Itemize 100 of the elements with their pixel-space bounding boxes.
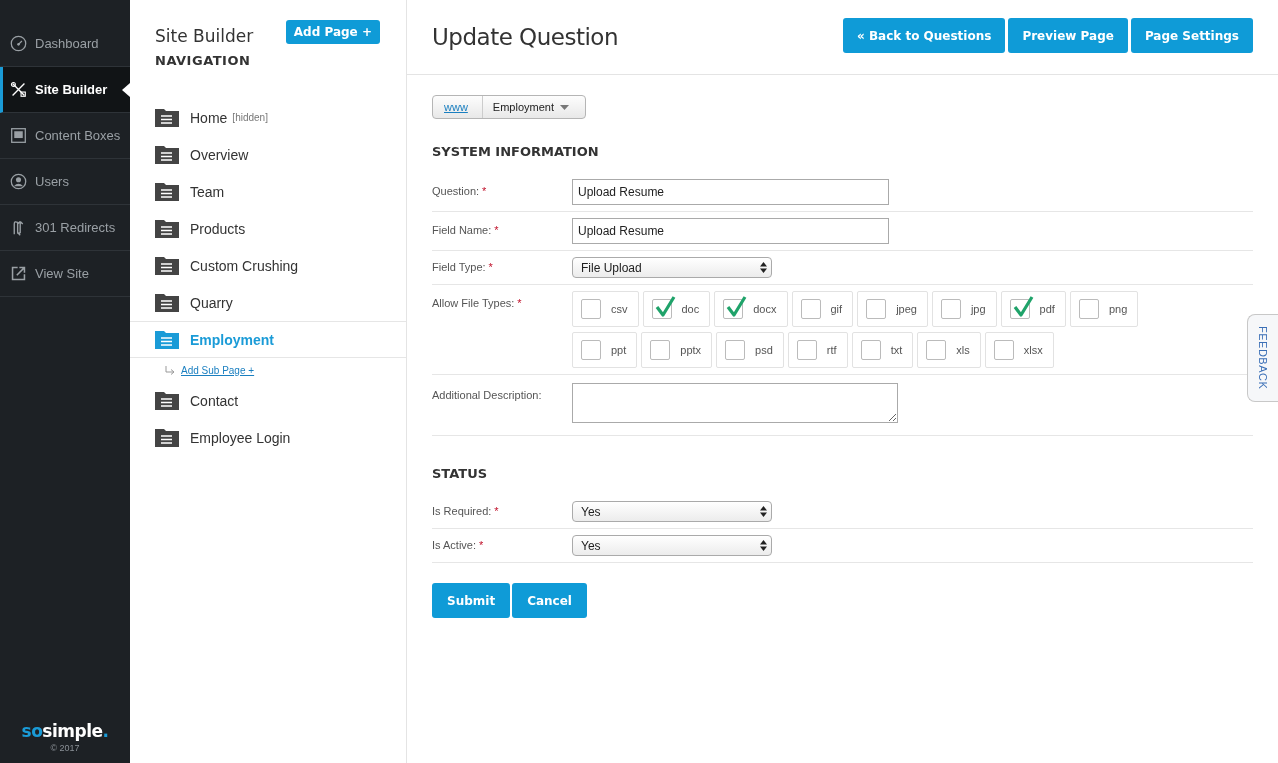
gauge-icon <box>10 35 27 52</box>
field-label: Question: * <box>432 184 488 199</box>
page-title: Update Question <box>432 24 618 50</box>
file-type-option[interactable]: png <box>1069 291 1139 327</box>
page-item[interactable]: Contact <box>130 382 406 419</box>
file-type-option[interactable]: csv <box>572 291 639 327</box>
check-icon <box>653 295 676 318</box>
page-item[interactable]: Products <box>130 210 406 247</box>
field-label: Is Required: * <box>432 504 500 519</box>
checkbox[interactable] <box>723 299 744 319</box>
select-field[interactable]: Yes <box>572 535 772 556</box>
page-list-icon <box>155 182 179 201</box>
checkbox[interactable] <box>581 299 601 319</box>
required-mark: * <box>482 185 487 197</box>
check-icon <box>725 295 748 318</box>
page-item[interactable]: Custom Crushing <box>130 247 406 284</box>
field-label: Field Name: * <box>432 223 500 238</box>
file-type-option[interactable]: pptx <box>641 332 713 368</box>
page-label: Team <box>190 183 225 200</box>
page-list-icon <box>155 108 179 127</box>
section-heading: STATUS <box>432 466 489 481</box>
file-type-option[interactable]: txt <box>851 332 914 368</box>
page-list-icon <box>155 293 179 312</box>
panel-title: Site Builder <box>155 26 254 46</box>
page-item[interactable]: Team <box>130 173 406 210</box>
checkbox[interactable] <box>926 340 947 360</box>
page-list-icon <box>155 219 179 238</box>
sidebar-item[interactable]: Users <box>0 159 130 205</box>
page-label: Home <box>190 109 228 126</box>
file-type-option[interactable]: jpg <box>931 291 997 327</box>
checkbox[interactable] <box>993 340 1014 360</box>
section-heading: NAVIGATION <box>154 52 252 68</box>
checkbox[interactable] <box>725 340 746 360</box>
page-list-icon <box>155 256 179 275</box>
checkbox[interactable] <box>796 340 817 360</box>
breadcrumb-link[interactable]: www <box>433 96 483 118</box>
select-field[interactable]: File Upload <box>572 257 772 278</box>
sidebar-item[interactable]: View Site <box>0 251 130 297</box>
copyright-text: © 2017 <box>50 743 80 753</box>
feedback-tab[interactable]: FEEDBACK <box>1247 314 1278 402</box>
checkbox[interactable] <box>1078 299 1099 319</box>
hidden-note: [hidden] <box>232 112 268 123</box>
page-list-icon <box>155 330 179 349</box>
checkbox[interactable] <box>800 299 821 319</box>
page-item[interactable]: Overview <box>130 136 406 173</box>
required-mark: * <box>494 224 499 236</box>
checkbox[interactable] <box>650 340 671 360</box>
sidebar-item[interactable]: Content Boxes <box>0 113 130 159</box>
file-type-option[interactable]: rtf <box>787 332 848 368</box>
field-label: Field Type: * <box>432 260 494 275</box>
external-link-icon <box>10 265 27 282</box>
check-icon <box>1011 295 1034 318</box>
page-label: Quarry <box>190 294 233 311</box>
page-label: Employee Login <box>190 429 291 446</box>
page-list-icon <box>155 428 179 447</box>
file-type-option[interactable]: xlsx <box>984 332 1054 368</box>
checkbox[interactable] <box>581 340 601 360</box>
field-label: Allow File Types: * <box>432 296 523 311</box>
pointer-icon <box>122 83 130 97</box>
page-item[interactable]: Employee Login <box>130 419 406 456</box>
file-type-option[interactable]: jpeg <box>857 291 928 327</box>
file-type-option[interactable]: pdf <box>1000 291 1066 327</box>
select-field[interactable]: Yes <box>572 501 772 522</box>
input-field[interactable]: Upload Resume <box>572 179 889 205</box>
file-type-option[interactable]: docx <box>714 291 788 327</box>
checkbox[interactable] <box>860 340 881 360</box>
required-mark: * <box>517 297 522 309</box>
file-type-option[interactable]: doc <box>642 291 711 327</box>
checkbox[interactable] <box>940 299 961 319</box>
required-mark: * <box>494 505 499 517</box>
section-heading: SYSTEM INFORMATION <box>432 144 600 159</box>
input-field[interactable]: Upload Resume <box>572 218 889 244</box>
add-sub-page-link[interactable]: Add Sub Page + <box>181 364 255 376</box>
page-list-icon <box>155 391 179 410</box>
page-label: Products <box>190 220 246 237</box>
file-type-option[interactable]: ppt <box>572 332 638 368</box>
breadcrumb-dropdown[interactable]: Employment <box>482 96 585 118</box>
tools-icon <box>10 81 27 98</box>
page-list-icon <box>155 145 179 164</box>
user-icon <box>10 173 27 190</box>
file-type-option[interactable]: xls <box>917 332 981 368</box>
window-icon <box>10 127 27 144</box>
checkbox[interactable] <box>866 299 887 319</box>
required-mark: * <box>479 539 484 551</box>
updown-arrows-icon <box>760 540 767 551</box>
text-area[interactable] <box>572 383 898 423</box>
page-item[interactable]: Home [hidden] <box>130 99 406 136</box>
updown-arrows-icon <box>760 262 767 273</box>
logo: sosimple. <box>21 721 109 741</box>
field-label: Is Active: * <box>432 538 485 553</box>
file-type-option[interactable]: gif <box>791 291 854 327</box>
return-arrow-icon <box>165 365 175 375</box>
page-label: Custom Crushing <box>190 257 299 274</box>
file-type-option[interactable]: psd <box>716 332 784 368</box>
sidebar-item[interactable]: Site Builder <box>0 67 130 113</box>
page-label: Employment <box>190 331 274 348</box>
field-label: Additional Description: <box>432 388 543 403</box>
sidebar-item[interactable]: 301 Redirects <box>0 205 130 251</box>
page-label: Overview <box>190 146 249 163</box>
page-item[interactable]: Quarry <box>130 284 406 321</box>
